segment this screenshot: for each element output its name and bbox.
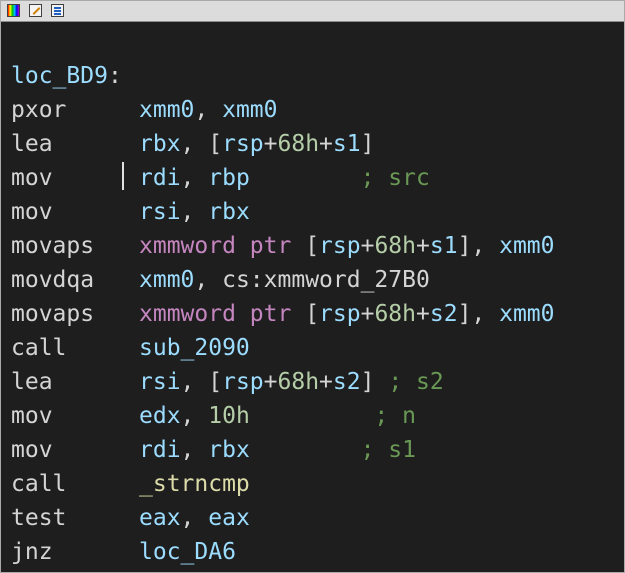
code-line[interactable]: mov rdi, rbx ; s1 <box>11 433 555 467</box>
operand-keyword: xmmword <box>139 233 236 259</box>
operand-register[interactable]: rsp <box>222 131 264 157</box>
code-label[interactable]: loc_BD9 <box>11 63 108 89</box>
color-palette-icon[interactable] <box>7 4 20 17</box>
operand-variable[interactable]: s2 <box>333 369 361 395</box>
operand-register[interactable]: rbx <box>139 131 181 157</box>
mnemonic: movdqa <box>11 267 95 293</box>
operand-keyword: ptr <box>249 301 292 327</box>
code-line[interactable]: lea rsi, [rsp+68h+s2] ; s2 <box>11 365 555 399</box>
operand-variable[interactable]: s1 <box>430 233 458 259</box>
code-line[interactable]: pxor xmm0, xmm0 <box>11 93 555 127</box>
operand-register[interactable]: rbx <box>208 199 250 225</box>
code-line[interactable]: mov rdi, rbp ; src <box>11 161 555 195</box>
mnemonic: call <box>11 471 67 497</box>
operand-keyword: ptr <box>249 233 292 259</box>
operand-register[interactable]: eax <box>208 505 250 531</box>
code-line[interactable]: movdqa xmm0, cs:xmmword_27B0 <box>11 263 555 297</box>
mnemonic: pxor <box>11 97 67 123</box>
disassembly-window: loc_BD9: pxor xmm0, xmm0 lea rbx, [rsp+68h… <box>0 0 625 573</box>
code-line[interactable]: jnz loc_DA6 <box>11 535 555 569</box>
code-line[interactable]: movaps xmmword ptr [rsp+68h+s2], xmm0 <box>11 297 555 331</box>
mnemonic: mov <box>11 403 53 429</box>
operand-register[interactable]: rbx <box>208 437 250 463</box>
operand-number[interactable]: 68h <box>374 301 416 327</box>
operand-label[interactable]: loc_DA6 <box>139 539 236 565</box>
code-comment: ; n <box>374 403 416 429</box>
disassembly-listing[interactable]: loc_BD9: pxor xmm0, xmm0 lea rbx, [rsp+68h… <box>11 59 555 569</box>
mnemonic: movaps <box>11 301 95 327</box>
mnemonic: jnz <box>11 539 53 565</box>
mnemonic: mov <box>11 165 53 191</box>
mnemonic: lea <box>11 369 53 395</box>
code-label-line[interactable]: loc_BD9: <box>11 59 555 93</box>
operand-register[interactable]: xmm0 <box>499 233 554 259</box>
operand-keyword: xmmword <box>139 301 236 327</box>
operand-number[interactable]: 68h <box>278 369 320 395</box>
operand-number[interactable]: 10h <box>208 403 250 429</box>
operand-register[interactable]: rsp <box>319 301 361 327</box>
operand-register[interactable]: xmm0 <box>139 97 194 123</box>
code-line[interactable]: call _strncmp <box>11 467 555 501</box>
code-comment: ; s2 <box>388 369 444 395</box>
operand-import-function[interactable]: _strncmp <box>139 471 250 497</box>
mnemonic: mov <box>11 199 53 225</box>
operand-register[interactable]: rsp <box>319 233 361 259</box>
graph-view-icon[interactable] <box>51 4 64 17</box>
mnemonic: test <box>11 505 67 531</box>
operand-variable[interactable]: s1 <box>333 131 361 157</box>
window-toolbar <box>1 1 624 22</box>
code-comment: ; s1 <box>360 437 416 463</box>
code-line[interactable]: lea rbx, [rsp+68h+s1] <box>11 127 555 161</box>
code-line[interactable]: movaps xmmword ptr [rsp+68h+s1], xmm0 <box>11 229 555 263</box>
edit-icon[interactable] <box>29 4 42 17</box>
operand-register[interactable]: eax <box>139 505 181 531</box>
mnemonic: mov <box>11 437 53 463</box>
operand-register[interactable]: rsp <box>222 369 264 395</box>
operand-register[interactable]: xmm0 <box>139 267 194 293</box>
code-line[interactable]: call sub_2090 <box>11 331 555 365</box>
code-line[interactable]: mov rsi, rbx <box>11 195 555 229</box>
operand-variable[interactable]: s2 <box>430 301 458 327</box>
code-line[interactable]: test eax, eax <box>11 501 555 535</box>
code-comment: ; src <box>360 165 430 191</box>
operand-register[interactable]: rbp <box>208 165 250 191</box>
text-cursor <box>122 162 124 190</box>
operand-symbol[interactable]: xmmword_27B0 <box>264 267 430 293</box>
segment-register[interactable]: cs <box>222 267 250 293</box>
operand-register[interactable]: xmm0 <box>499 301 554 327</box>
operand-register[interactable]: rsi <box>139 199 181 225</box>
mnemonic: lea <box>11 131 53 157</box>
mnemonic: movaps <box>11 233 95 259</box>
operand-register[interactable]: xmm0 <box>222 97 277 123</box>
code-line[interactable]: mov edx, 10h ; n <box>11 399 555 433</box>
operand-register[interactable]: edx <box>139 403 181 429</box>
operand-register[interactable]: rdi <box>139 437 181 463</box>
operand-register[interactable]: rsi <box>139 369 181 395</box>
operand-number[interactable]: 68h <box>374 233 416 259</box>
mnemonic: call <box>11 335 67 361</box>
operand-function[interactable]: sub_2090 <box>139 335 250 361</box>
operand-register[interactable]: rdi <box>139 165 181 191</box>
operand-number[interactable]: 68h <box>278 131 320 157</box>
